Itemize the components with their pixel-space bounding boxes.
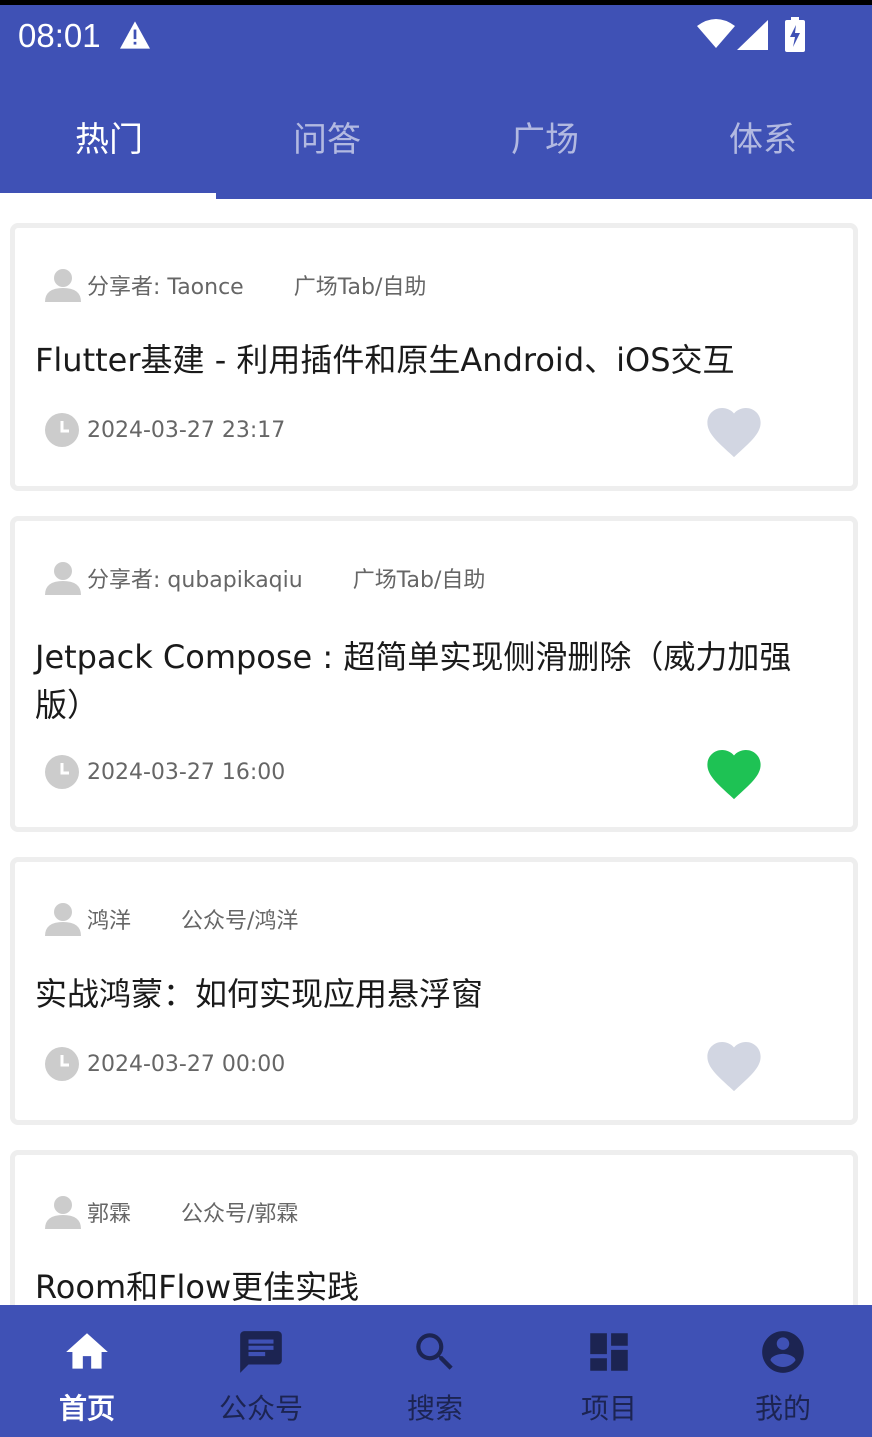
nav-official-accounts-label: 公众号 — [218, 1392, 303, 1425]
clock-icon — [45, 1047, 79, 1081]
tab-qa[interactable]: 问答 — [218, 112, 436, 161]
dashboard-icon — [590, 1333, 628, 1371]
bottom-navigation: 首页 公众号 搜索 项目 我的 — [0, 1305, 872, 1437]
article-title[interactable]: Room和Flow更佳实践 — [35, 1263, 825, 1305]
status-time: 08:01 — [18, 17, 101, 54]
tab-system-label: 体系 — [729, 120, 797, 160]
article-time-row: 2024-03-27 23:17 — [45, 413, 285, 447]
tab-qa-label: 问答 — [293, 120, 361, 160]
article-title[interactable]: 实战鸿蒙：如何实现应用悬浮窗 — [35, 970, 825, 1018]
article-category: 公众号/鸿洋 — [181, 909, 299, 934]
warning-icon — [120, 21, 150, 49]
article-category: 公众号/郭霖 — [181, 1202, 299, 1227]
article-meta: 郭霖 公众号/郭霖 — [45, 1195, 298, 1229]
chat-icon — [240, 1331, 282, 1373]
tab-hot-label: 热门 — [75, 120, 143, 160]
article-author: 分享者: qubapikaqiu — [87, 568, 303, 593]
heart-icon[interactable] — [703, 1035, 765, 1093]
nav-profile[interactable]: 我的 — [696, 1305, 870, 1437]
tab-square[interactable]: 广场 — [436, 112, 654, 161]
article-time-row: 2024-03-27 00:00 — [45, 1047, 285, 1081]
search-icon — [416, 1333, 453, 1370]
article-time: 2024-03-27 23:17 — [87, 417, 286, 443]
battery-charging-icon — [785, 17, 805, 52]
nav-search[interactable]: 搜索 — [348, 1305, 522, 1437]
clock-icon — [45, 413, 79, 447]
article-title[interactable]: Flutter基建 - 利用插件和原生Android、iOS交互 — [35, 336, 825, 384]
tab-bar: 热门 问答 广场 体系 — [0, 72, 872, 199]
article-time: 2024-03-27 00:00 — [87, 1051, 286, 1077]
article-list[interactable]: 分享者: Taonce 广场Tab/自助 Flutter基建 - 利用插件和原生… — [0, 199, 872, 1305]
article-time: 2024-03-27 16:00 — [87, 759, 286, 785]
account-icon — [762, 1331, 804, 1373]
heart-icon[interactable] — [703, 401, 765, 459]
tab-hot[interactable]: 热门 — [0, 112, 218, 161]
clock-icon — [45, 755, 79, 789]
nav-home-label: 首页 — [58, 1392, 115, 1425]
article-card[interactable]: 鸿洋 公众号/鸿洋 实战鸿蒙：如何实现应用悬浮窗 2024-03-27 00:0… — [10, 857, 858, 1125]
article-card[interactable]: 分享者: qubapikaqiu 广场Tab/自助 Jetpack Compos… — [10, 516, 858, 832]
person-icon — [45, 1196, 81, 1229]
article-category: 广场Tab/自助 — [352, 568, 486, 593]
nav-profile-label: 我的 — [754, 1392, 811, 1425]
article-meta: 分享者: qubapikaqiu 广场Tab/自助 — [45, 561, 485, 595]
article-author: 郭霖 — [87, 1202, 132, 1227]
person-icon — [45, 269, 81, 302]
nav-home[interactable]: 首页 — [0, 1305, 174, 1437]
article-category: 广场Tab/自助 — [293, 275, 427, 300]
article-author: 分享者: Taonce — [87, 275, 244, 300]
nav-projects-label: 项目 — [580, 1392, 637, 1425]
article-card[interactable]: 郭霖 公众号/郭霖 Room和Flow更佳实践 — [10, 1150, 858, 1305]
person-icon — [45, 903, 81, 936]
tab-square-label: 广场 — [511, 120, 579, 160]
nav-projects[interactable]: 项目 — [522, 1305, 696, 1437]
tab-system[interactable]: 体系 — [654, 112, 872, 161]
article-author: 鸿洋 — [87, 909, 132, 934]
article-meta: 鸿洋 公众号/鸿洋 — [45, 902, 298, 936]
status-bar: 08:01 — [0, 5, 872, 72]
heart-icon[interactable] — [703, 743, 765, 801]
article-title[interactable]: Jetpack Compose : 超简单实现侧滑删除（威力加强版） — [35, 633, 825, 729]
article-card[interactable]: 分享者: Taonce 广场Tab/自助 Flutter基建 - 利用插件和原生… — [10, 223, 858, 491]
nav-search-label: 搜索 — [406, 1392, 463, 1425]
nav-official-accounts[interactable]: 公众号 — [174, 1305, 348, 1437]
article-time-row: 2024-03-27 16:00 — [45, 755, 285, 789]
wifi-icon — [697, 19, 735, 48]
home-icon — [66, 1333, 108, 1369]
signal-icon — [737, 20, 768, 50]
article-meta: 分享者: Taonce 广场Tab/自助 — [45, 268, 426, 302]
person-icon — [45, 562, 81, 595]
